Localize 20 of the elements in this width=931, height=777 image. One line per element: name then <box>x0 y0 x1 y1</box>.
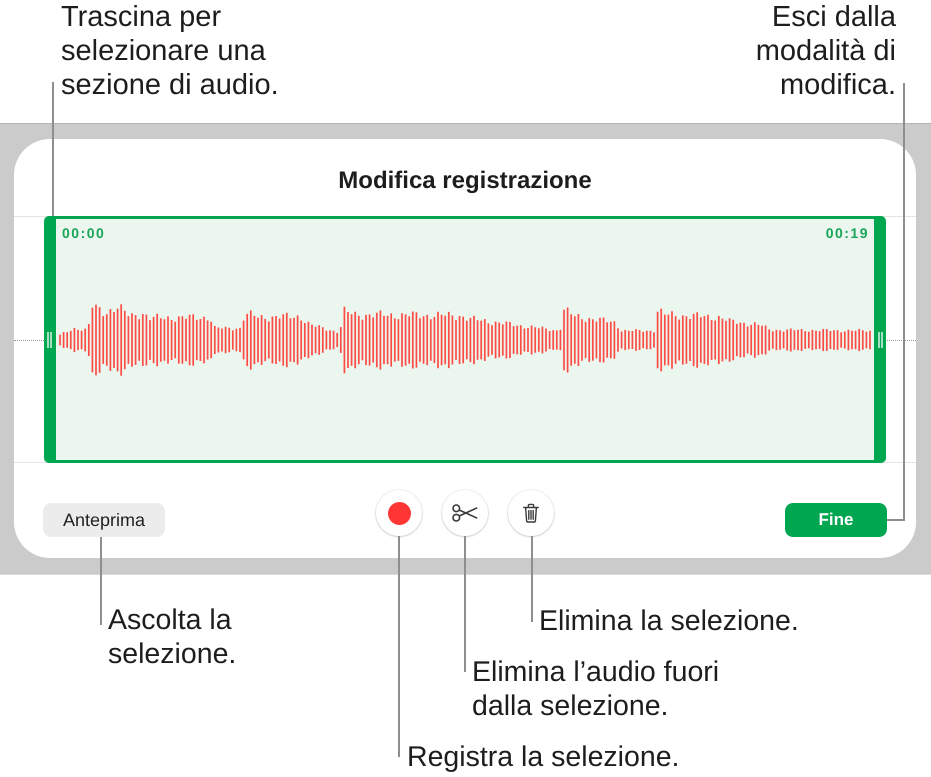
selection-frame[interactable]: 00:00 00:19 <box>44 216 886 463</box>
callout-text: Trascina per selezionare una sezione di audio. <box>61 0 279 102</box>
sheet-title: Modifica registrazione <box>338 167 592 196</box>
delete-button[interactable] <box>508 490 554 536</box>
done-button[interactable]: Fine <box>785 503 887 537</box>
trim-button[interactable] <box>442 490 488 536</box>
callout-text: Elimina l’audio fuori dalla selezione. <box>472 655 720 723</box>
drag-handle-icon[interactable] <box>878 332 883 348</box>
callout-text: Elimina la selezione. <box>539 604 799 638</box>
record-button[interactable] <box>376 490 422 536</box>
scissors-icon <box>452 504 478 522</box>
trash-icon <box>523 503 539 523</box>
drag-handle-icon[interactable] <box>47 332 52 348</box>
start-time: 00:00 <box>62 225 106 241</box>
callout-text: Ascolta la selezione. <box>108 603 236 671</box>
callout-text: Registra la selezione. <box>407 740 680 774</box>
record-icon <box>388 502 410 524</box>
preview-button[interactable]: Anteprima <box>43 503 165 537</box>
callout-text: Esci dalla modalità di modifica. <box>756 0 896 102</box>
end-time: 00:19 <box>826 225 869 241</box>
